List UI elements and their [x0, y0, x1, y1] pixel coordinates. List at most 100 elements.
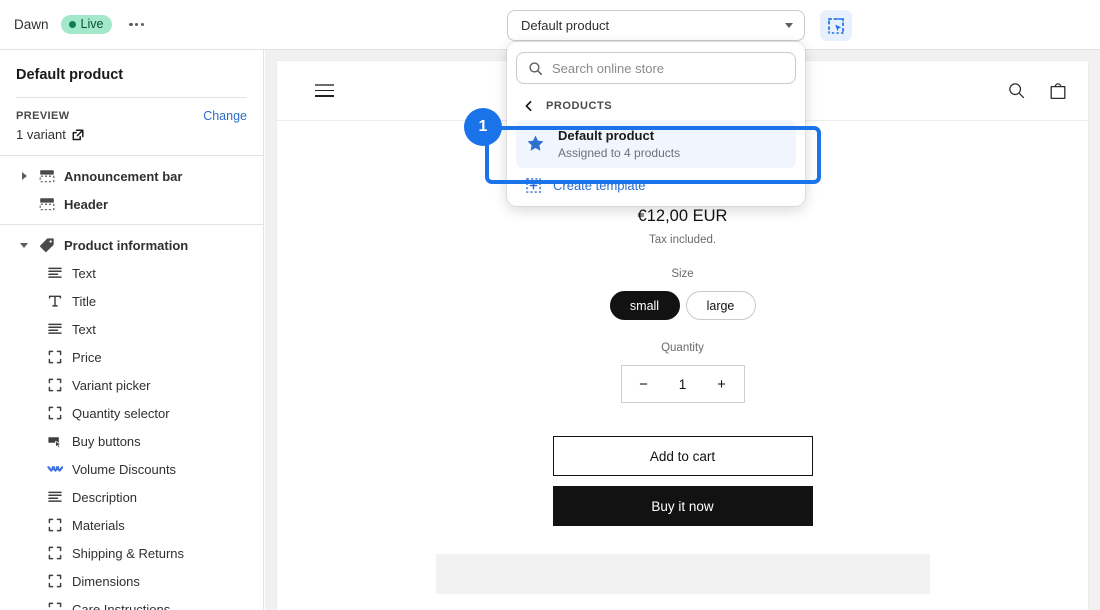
- size-option-small[interactable]: small: [610, 291, 680, 320]
- sidebar-item-label: Text: [72, 322, 96, 337]
- sidebar-page-title: Default product: [0, 50, 263, 97]
- live-dot-icon: [69, 21, 76, 28]
- sidebar-item-label: Materials: [72, 518, 125, 533]
- sidebar-item-quantity-selector[interactable]: Quantity selector: [8, 399, 255, 427]
- sidebar-item-label: Buy buttons: [72, 434, 141, 449]
- sidebar-item-label: Product information: [64, 238, 188, 253]
- page-template-select[interactable]: Default product: [507, 10, 805, 41]
- size-option-group: smalllarge: [277, 291, 1088, 320]
- product-price: €12,00 EUR: [277, 207, 1088, 226]
- size-option-label: Size: [277, 268, 1088, 280]
- volume-discounts-icon: [47, 461, 63, 477]
- announcement-bar-icon: [39, 168, 55, 184]
- text-lines-icon-wrap: [46, 489, 64, 505]
- template-option-default-product[interactable]: Default product Assigned to 4 products: [516, 120, 796, 168]
- text-lines-icon: [47, 489, 63, 505]
- block-brackets-icon: [47, 601, 63, 610]
- sidebar-item-shipping-returns[interactable]: Shipping & Returns: [8, 539, 255, 567]
- add-block-icon: [526, 178, 541, 193]
- chevron-down-icon: [785, 23, 793, 28]
- header-icon: [39, 196, 55, 212]
- chevron-right-icon[interactable]: [18, 172, 30, 180]
- block-brackets-icon-wrap: [46, 377, 64, 393]
- header-icon-wrap: [38, 196, 56, 212]
- block-brackets-icon: [47, 545, 63, 561]
- add-to-cart-button[interactable]: Add to cart: [553, 436, 813, 476]
- block-brackets-icon-wrap: [46, 573, 64, 589]
- inspector-tool-button[interactable]: [820, 10, 852, 41]
- block-brackets-icon: [47, 573, 63, 589]
- quantity-increase-button[interactable]: +: [714, 376, 728, 393]
- title-t-icon-wrap: [46, 293, 64, 309]
- content-placeholder-block: [436, 554, 930, 594]
- sidebar-item-description[interactable]: Description: [8, 483, 255, 511]
- search-icon[interactable]: [1007, 81, 1026, 100]
- quantity-stepper[interactable]: − 1 +: [621, 365, 745, 403]
- status-badge-label: Live: [81, 17, 104, 31]
- quantity-value[interactable]: 1: [679, 377, 687, 392]
- external-link-icon[interactable]: [72, 129, 84, 141]
- popover-group-label: PRODUCTS: [546, 100, 612, 112]
- template-option-subtitle: Assigned to 4 products: [558, 145, 680, 161]
- sidebar-item-announcement-bar[interactable]: Announcement bar: [8, 162, 255, 190]
- preview-label: PREVIEW: [16, 110, 70, 122]
- callout-badge: 1: [464, 108, 502, 146]
- size-option-large[interactable]: large: [686, 291, 756, 320]
- quantity-label: Quantity: [277, 342, 1088, 354]
- shopping-bag-icon[interactable]: [1048, 81, 1068, 101]
- sidebar-item-care-instructions[interactable]: Care Instructions: [8, 595, 255, 610]
- sidebar-item-buy-buttons[interactable]: Buy buttons: [8, 427, 255, 455]
- search-online-store-input[interactable]: Search online store: [516, 52, 796, 84]
- sidebar-item-product-information[interactable]: Product information: [8, 231, 255, 259]
- sidebar-item-text[interactable]: Text: [8, 315, 255, 343]
- chevron-left-icon[interactable]: [523, 100, 535, 112]
- sidebar-item-header[interactable]: Header: [8, 190, 255, 218]
- theme-name: Dawn: [14, 17, 49, 32]
- create-template-button[interactable]: Create template: [516, 168, 796, 197]
- sidebar-sections: Announcement bar Header Product informatio…: [0, 155, 263, 610]
- sidebar-item-label: Shipping & Returns: [72, 546, 184, 561]
- status-badge: Live: [61, 15, 113, 34]
- sidebar-item-label: Header: [64, 197, 108, 212]
- star-icon: [526, 134, 545, 153]
- sidebar-item-text[interactable]: Text: [8, 259, 255, 287]
- text-lines-icon: [47, 265, 63, 281]
- sidebar-section: Announcement bar Header: [0, 155, 263, 224]
- quantity-decrease-button[interactable]: −: [637, 376, 651, 393]
- dot-icon: [129, 23, 132, 26]
- sidebar-item-dimensions[interactable]: Dimensions: [8, 567, 255, 595]
- sidebar-item-label: Title: [72, 294, 96, 309]
- text-lines-icon-wrap: [46, 321, 64, 337]
- sidebar-section: Product information Text Title Text Price Var…: [0, 224, 263, 610]
- buy-it-now-button[interactable]: Buy it now: [553, 486, 813, 526]
- left-sidebar: Default product PREVIEW Change 1 variant…: [0, 50, 264, 610]
- preview-variant-text: 1 variant: [16, 127, 66, 142]
- sidebar-item-label: Quantity selector: [72, 406, 170, 421]
- sidebar-item-title[interactable]: Title: [8, 287, 255, 315]
- title-t-icon: [47, 293, 63, 309]
- hamburger-menu-icon[interactable]: [315, 84, 334, 97]
- change-preview-link[interactable]: Change: [203, 109, 247, 123]
- tag-icon-wrap: [38, 237, 56, 253]
- sidebar-item-label: Dimensions: [72, 574, 140, 589]
- sidebar-item-volume-discounts[interactable]: Volume Discounts: [8, 455, 255, 483]
- chevron-down-icon[interactable]: [18, 243, 30, 248]
- create-template-label: Create template: [553, 178, 646, 193]
- sidebar-item-label: Volume Discounts: [72, 462, 176, 477]
- dot-icon: [141, 23, 144, 26]
- text-lines-icon-wrap: [46, 265, 64, 281]
- sidebar-item-label: Price: [72, 350, 102, 365]
- buy-button-icon-wrap: [46, 433, 64, 449]
- template-option-title: Default product: [558, 127, 680, 145]
- block-brackets-icon-wrap: [46, 405, 64, 421]
- sidebar-item-materials[interactable]: Materials: [8, 511, 255, 539]
- sidebar-item-label: Variant picker: [72, 378, 151, 393]
- page-template-select-value: Default product: [521, 18, 609, 33]
- announcement-bar-icon-wrap: [38, 168, 56, 184]
- sidebar-item-price[interactable]: Price: [8, 343, 255, 371]
- block-brackets-icon: [47, 377, 63, 393]
- sidebar-item-variant-picker[interactable]: Variant picker: [8, 371, 255, 399]
- more-options-button[interactable]: [124, 17, 149, 32]
- search-icon: [528, 61, 543, 76]
- sidebar-item-label: Description: [72, 490, 137, 505]
